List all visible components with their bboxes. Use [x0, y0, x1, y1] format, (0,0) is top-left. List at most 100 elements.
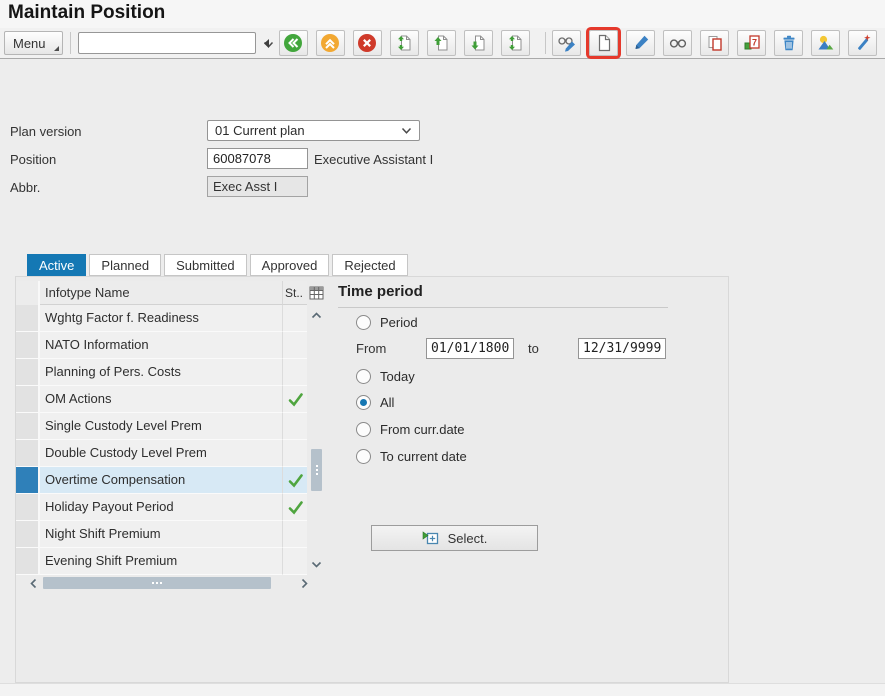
row-selector-cell[interactable] — [16, 548, 40, 575]
table-row[interactable]: Planning of Pers. Costs — [16, 359, 307, 386]
table-row[interactable]: Evening Shift Premium — [16, 548, 307, 575]
infotype-name-cell[interactable]: OM Actions — [40, 386, 283, 413]
scroll-left-icon[interactable] — [26, 578, 41, 589]
table-row[interactable]: OM Actions — [16, 386, 307, 413]
infotype-name-cell[interactable]: Overtime Compensation — [40, 467, 283, 494]
table-settings-icon[interactable] — [309, 286, 324, 303]
table-row[interactable]: Holiday Payout Period — [16, 494, 307, 521]
radio-option-period[interactable]: Period — [356, 314, 418, 330]
scroll-right-icon[interactable] — [297, 578, 312, 589]
select-button[interactable]: Select. — [371, 525, 538, 551]
row-selector-cell[interactable] — [16, 521, 40, 548]
radio-icon[interactable] — [356, 449, 371, 464]
select-all-cell[interactable] — [16, 281, 40, 305]
delete-icon — [779, 33, 799, 53]
table-row[interactable]: Overtime Compensation — [16, 467, 307, 494]
execute-button[interactable] — [848, 30, 877, 56]
tab-active[interactable]: Active — [27, 254, 86, 276]
radio-icon[interactable] — [356, 315, 371, 330]
tab-rejected[interactable]: Rejected — [332, 254, 407, 276]
group-divider — [338, 307, 668, 308]
horizontal-scroll-track[interactable] — [41, 577, 297, 589]
table-header: Infotype Name St.. — [16, 281, 307, 305]
table-row[interactable]: NATO Information — [16, 332, 307, 359]
horizontal-scrollbar[interactable] — [26, 576, 312, 590]
row-selector-cell[interactable] — [16, 332, 40, 359]
back-button[interactable] — [279, 30, 308, 56]
command-field[interactable] — [78, 32, 256, 54]
from-date-input[interactable] — [426, 338, 514, 359]
tab-strip: ActivePlannedSubmittedApprovedRejected — [27, 254, 408, 276]
application-toolbar: Menu — [0, 28, 885, 59]
row-selector-cell[interactable] — [16, 467, 40, 494]
delete-button[interactable] — [774, 30, 803, 56]
radio-label: From curr.date — [380, 422, 465, 437]
horizontal-scroll-thumb[interactable] — [43, 577, 271, 589]
plan-version-label: Plan version — [10, 124, 82, 139]
infotype-name-cell[interactable]: Single Custody Level Prem — [40, 413, 283, 440]
row-selector-cell[interactable] — [16, 359, 40, 386]
infotype-name-column-header[interactable]: Infotype Name — [40, 281, 283, 305]
vertical-scrollbar[interactable] — [310, 305, 323, 573]
radio-icon[interactable] — [356, 422, 371, 437]
radio-selected-icon[interactable] — [356, 395, 371, 410]
copy-button[interactable] — [700, 30, 729, 56]
infotype-name-cell[interactable]: Planning of Pers. Costs — [40, 359, 283, 386]
display-change-button[interactable] — [552, 30, 581, 56]
overview-button[interactable] — [811, 30, 840, 56]
row-selector-cell[interactable] — [16, 413, 40, 440]
exit-button[interactable] — [316, 30, 345, 56]
row-selector-cell[interactable] — [16, 440, 40, 467]
svg-text:7: 7 — [751, 38, 756, 48]
chevron-down-icon — [401, 127, 412, 135]
infotype-name-cell[interactable]: Holiday Payout Period — [40, 494, 283, 521]
previous-page-button[interactable] — [427, 30, 456, 56]
last-page-button[interactable] — [501, 30, 530, 56]
infotype-name-cell[interactable]: Evening Shift Premium — [40, 548, 283, 575]
create-button[interactable] — [589, 30, 618, 56]
first-page-button[interactable] — [390, 30, 419, 56]
display-button[interactable] — [663, 30, 692, 56]
row-selector-cell[interactable] — [16, 305, 40, 332]
status-column-header[interactable]: St.. — [283, 281, 307, 305]
infotype-name-cell[interactable]: Double Custody Level Prem — [40, 440, 283, 467]
radio-option-from-curr-date[interactable]: From curr.date — [356, 421, 465, 437]
vertical-scroll-thumb[interactable] — [311, 449, 322, 491]
to-date-input[interactable] — [578, 338, 666, 359]
radio-icon[interactable] — [356, 369, 371, 384]
next-page-button[interactable] — [464, 30, 493, 56]
radio-option-all[interactable]: All — [356, 394, 394, 410]
radio-label: To current date — [380, 449, 467, 464]
tab-planned[interactable]: Planned — [89, 254, 161, 276]
table-row[interactable]: Single Custody Level Prem — [16, 413, 307, 440]
change-button[interactable] — [626, 30, 655, 56]
position-input[interactable] — [207, 148, 308, 169]
radio-option-today[interactable]: Today — [356, 368, 415, 384]
infotype-name-cell[interactable]: NATO Information — [40, 332, 283, 359]
collapse-toolbar-icon[interactable] — [263, 38, 270, 49]
tab-submitted[interactable]: Submitted — [164, 254, 247, 276]
plan-version-select[interactable]: 01 Current plan — [207, 120, 420, 141]
radio-label: Period — [380, 315, 418, 330]
next-page-icon — [468, 33, 488, 53]
scroll-up-icon[interactable] — [311, 307, 322, 322]
row-selector-cell[interactable] — [16, 494, 40, 521]
row-selector-cell[interactable] — [16, 386, 40, 413]
display-icon — [668, 33, 688, 53]
table-row[interactable]: Night Shift Premium — [16, 521, 307, 548]
radio-option-to-current-date[interactable]: To current date — [356, 448, 467, 464]
tab-approved[interactable]: Approved — [250, 254, 330, 276]
command-input[interactable] — [79, 34, 263, 52]
change-icon — [631, 33, 651, 53]
status-cell — [283, 548, 307, 575]
table-row[interactable]: Double Custody Level Prem — [16, 440, 307, 467]
scroll-down-icon[interactable] — [311, 556, 322, 571]
display-change-icon — [557, 33, 577, 53]
menu-button[interactable]: Menu — [4, 31, 63, 55]
delimit-button[interactable]: 7 — [737, 30, 766, 56]
table-row[interactable]: Wghtg Factor f. Readiness — [16, 305, 307, 332]
infotype-name-cell[interactable]: Night Shift Premium — [40, 521, 283, 548]
to-label: to — [528, 341, 539, 356]
infotype-name-cell[interactable]: Wghtg Factor f. Readiness — [40, 305, 283, 332]
cancel-button[interactable] — [353, 30, 382, 56]
